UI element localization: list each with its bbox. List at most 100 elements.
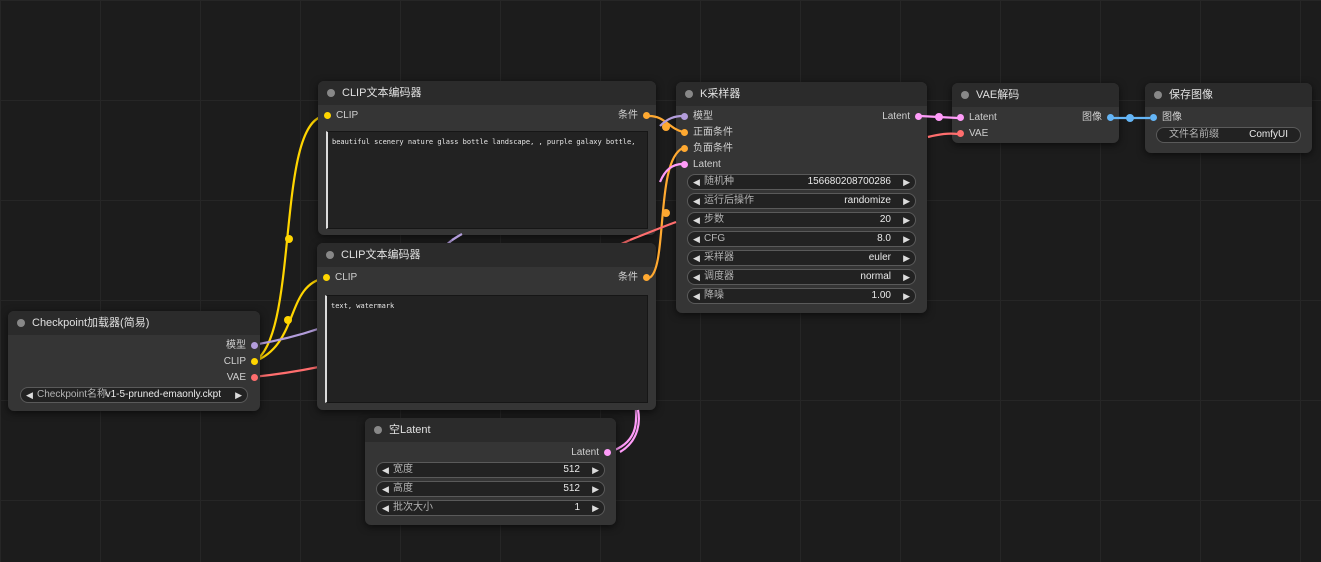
input-positive[interactable]: 正面条件: [679, 126, 733, 140]
width-widget[interactable]: ◀ 宽度 512 ▶: [376, 462, 605, 478]
prompt-text-area[interactable]: text, watermark: [325, 295, 648, 403]
prompt-text-area[interactable]: beautiful scenery nature glass bottle la…: [326, 131, 648, 229]
cfg-widget[interactable]: ◀ CFG 8.0 ▶: [687, 231, 916, 247]
input-latent[interactable]: Latent: [679, 158, 721, 172]
arrow-right-icon[interactable]: ▶: [592, 463, 599, 477]
arrow-left-icon[interactable]: ◀: [26, 388, 33, 402]
output-conditioning[interactable]: 条件: [618, 271, 652, 285]
node-title[interactable]: CLIP文本编码器: [318, 81, 656, 105]
input-dot[interactable]: [957, 114, 964, 121]
input-dot[interactable]: [681, 113, 688, 120]
arrow-left-icon[interactable]: ◀: [382, 501, 389, 515]
node-title[interactable]: CLIP文本编码器: [317, 243, 656, 267]
arrow-left-icon[interactable]: ◀: [382, 463, 389, 477]
input-dot[interactable]: [324, 112, 331, 119]
output-image[interactable]: 图像: [1082, 111, 1116, 125]
reroute-point[interactable]: [935, 113, 943, 121]
wire-latent-empty-up: [619, 409, 640, 453]
output-dot[interactable]: [1107, 114, 1114, 121]
arrow-right-icon[interactable]: ▶: [903, 232, 910, 246]
arrow-left-icon[interactable]: ◀: [693, 251, 700, 265]
widget-value: 1.00: [871, 290, 891, 301]
slot-label: 图像: [1162, 112, 1182, 123]
widget-label: 批次大小: [393, 502, 433, 513]
input-dot[interactable]: [681, 161, 688, 168]
slot-label: CLIP: [223, 356, 246, 367]
input-dot[interactable]: [957, 130, 964, 137]
arrow-left-icon[interactable]: ◀: [693, 270, 700, 284]
output-dot[interactable]: [643, 112, 650, 119]
output-vae[interactable]: VAE: [227, 371, 260, 385]
input-dot[interactable]: [681, 129, 688, 136]
output-dot[interactable]: [915, 113, 922, 120]
output-latent[interactable]: Latent: [571, 446, 613, 460]
node-title[interactable]: 空Latent: [365, 418, 616, 442]
clip-text-encode-positive-node[interactable]: CLIP文本编码器 CLIP 条件 beautiful scenery natu…: [318, 81, 656, 235]
arrow-right-icon[interactable]: ▶: [903, 213, 910, 227]
reroute-point[interactable]: [662, 123, 670, 131]
arrow-left-icon[interactable]: ◀: [693, 232, 700, 246]
batch-size-widget[interactable]: ◀ 批次大小 1 ▶: [376, 500, 605, 516]
scheduler-widget[interactable]: ◀ 调度器 normal ▶: [687, 269, 916, 285]
node-title[interactable]: Checkpoint加载器(简易): [8, 311, 260, 335]
input-clip[interactable]: CLIP: [321, 271, 357, 285]
clip-text-encode-negative-node[interactable]: CLIP文本编码器 CLIP 条件 text, watermark: [317, 243, 656, 410]
slot-label: 模型: [693, 111, 713, 122]
control-after-generate-widget[interactable]: ◀ 运行后操作 randomize ▶: [687, 193, 916, 209]
reroute-point[interactable]: [1126, 114, 1134, 122]
input-dot[interactable]: [1150, 114, 1157, 121]
arrow-left-icon[interactable]: ◀: [693, 213, 700, 227]
input-dot[interactable]: [681, 145, 688, 152]
input-image[interactable]: 图像: [1148, 111, 1182, 125]
input-vae[interactable]: VAE: [955, 127, 988, 141]
seed-widget[interactable]: ◀ 随机种 156680208700286 ▶: [687, 174, 916, 190]
slot-label: 模型: [226, 340, 246, 351]
output-clip[interactable]: CLIP: [224, 355, 260, 369]
arrow-left-icon[interactable]: ◀: [693, 194, 700, 208]
arrow-right-icon[interactable]: ▶: [592, 501, 599, 515]
arrow-right-icon[interactable]: ▶: [903, 194, 910, 208]
output-dot[interactable]: [251, 358, 258, 365]
output-conditioning[interactable]: 条件: [618, 109, 652, 123]
slot-label: Latent: [882, 111, 910, 122]
arrow-right-icon[interactable]: ▶: [235, 388, 242, 402]
arrow-left-icon[interactable]: ◀: [693, 289, 700, 303]
height-widget[interactable]: ◀ 高度 512 ▶: [376, 481, 605, 497]
vae-decode-node[interactable]: VAE解码 Latent VAE 图像: [952, 83, 1119, 143]
reroute-point[interactable]: [662, 209, 670, 217]
input-model[interactable]: 模型: [679, 110, 713, 124]
arrow-right-icon[interactable]: ▶: [903, 251, 910, 265]
node-title[interactable]: VAE解码: [952, 83, 1119, 107]
arrow-left-icon[interactable]: ◀: [693, 175, 700, 189]
input-dot[interactable]: [323, 274, 330, 281]
input-clip[interactable]: CLIP: [322, 109, 358, 123]
arrow-left-icon[interactable]: ◀: [382, 482, 389, 496]
input-latent[interactable]: Latent: [955, 111, 997, 125]
reroute-point[interactable]: [285, 235, 293, 243]
arrow-right-icon[interactable]: ▶: [903, 175, 910, 189]
arrow-right-icon[interactable]: ▶: [903, 289, 910, 303]
output-dot[interactable]: [604, 449, 611, 456]
node-title[interactable]: K采样器: [676, 82, 927, 106]
filename-prefix-field[interactable]: 文件名前缀 ComfyUI: [1156, 127, 1301, 143]
widget-value: randomize: [844, 195, 891, 206]
output-latent[interactable]: Latent: [882, 110, 924, 124]
slot-label: VAE: [226, 372, 246, 383]
denoise-widget[interactable]: ◀ 降噪 1.00 ▶: [687, 288, 916, 304]
checkpoint-name-combo[interactable]: ◀ Checkpoint名称 v1-5-pruned-emaonly.ckpt …: [20, 387, 248, 403]
empty-latent-node[interactable]: 空Latent Latent ◀ 宽度 512 ▶ ◀ 高度 512 ▶ ◀ 批…: [365, 418, 616, 525]
reroute-point[interactable]: [284, 316, 292, 324]
arrow-right-icon[interactable]: ▶: [903, 270, 910, 284]
output-dot[interactable]: [643, 274, 650, 281]
node-title[interactable]: 保存图像: [1145, 83, 1312, 107]
input-negative[interactable]: 负面条件: [679, 142, 733, 156]
output-dot[interactable]: [251, 374, 258, 381]
output-dot[interactable]: [251, 342, 258, 349]
output-model[interactable]: 模型: [226, 339, 260, 353]
save-image-node[interactable]: 保存图像 图像 文件名前缀 ComfyUI: [1145, 83, 1312, 153]
sampler-widget[interactable]: ◀ 采样器 euler ▶: [687, 250, 916, 266]
arrow-right-icon[interactable]: ▶: [592, 482, 599, 496]
checkpoint-loader-node[interactable]: Checkpoint加载器(简易) 模型 CLIP VAE ◀ Checkpoi…: [8, 311, 260, 411]
ksampler-node[interactable]: K采样器 模型 正面条件 负面条件 Latent Latent ◀ 随机种 15…: [676, 82, 927, 313]
steps-widget[interactable]: ◀ 步数 20 ▶: [687, 212, 916, 228]
